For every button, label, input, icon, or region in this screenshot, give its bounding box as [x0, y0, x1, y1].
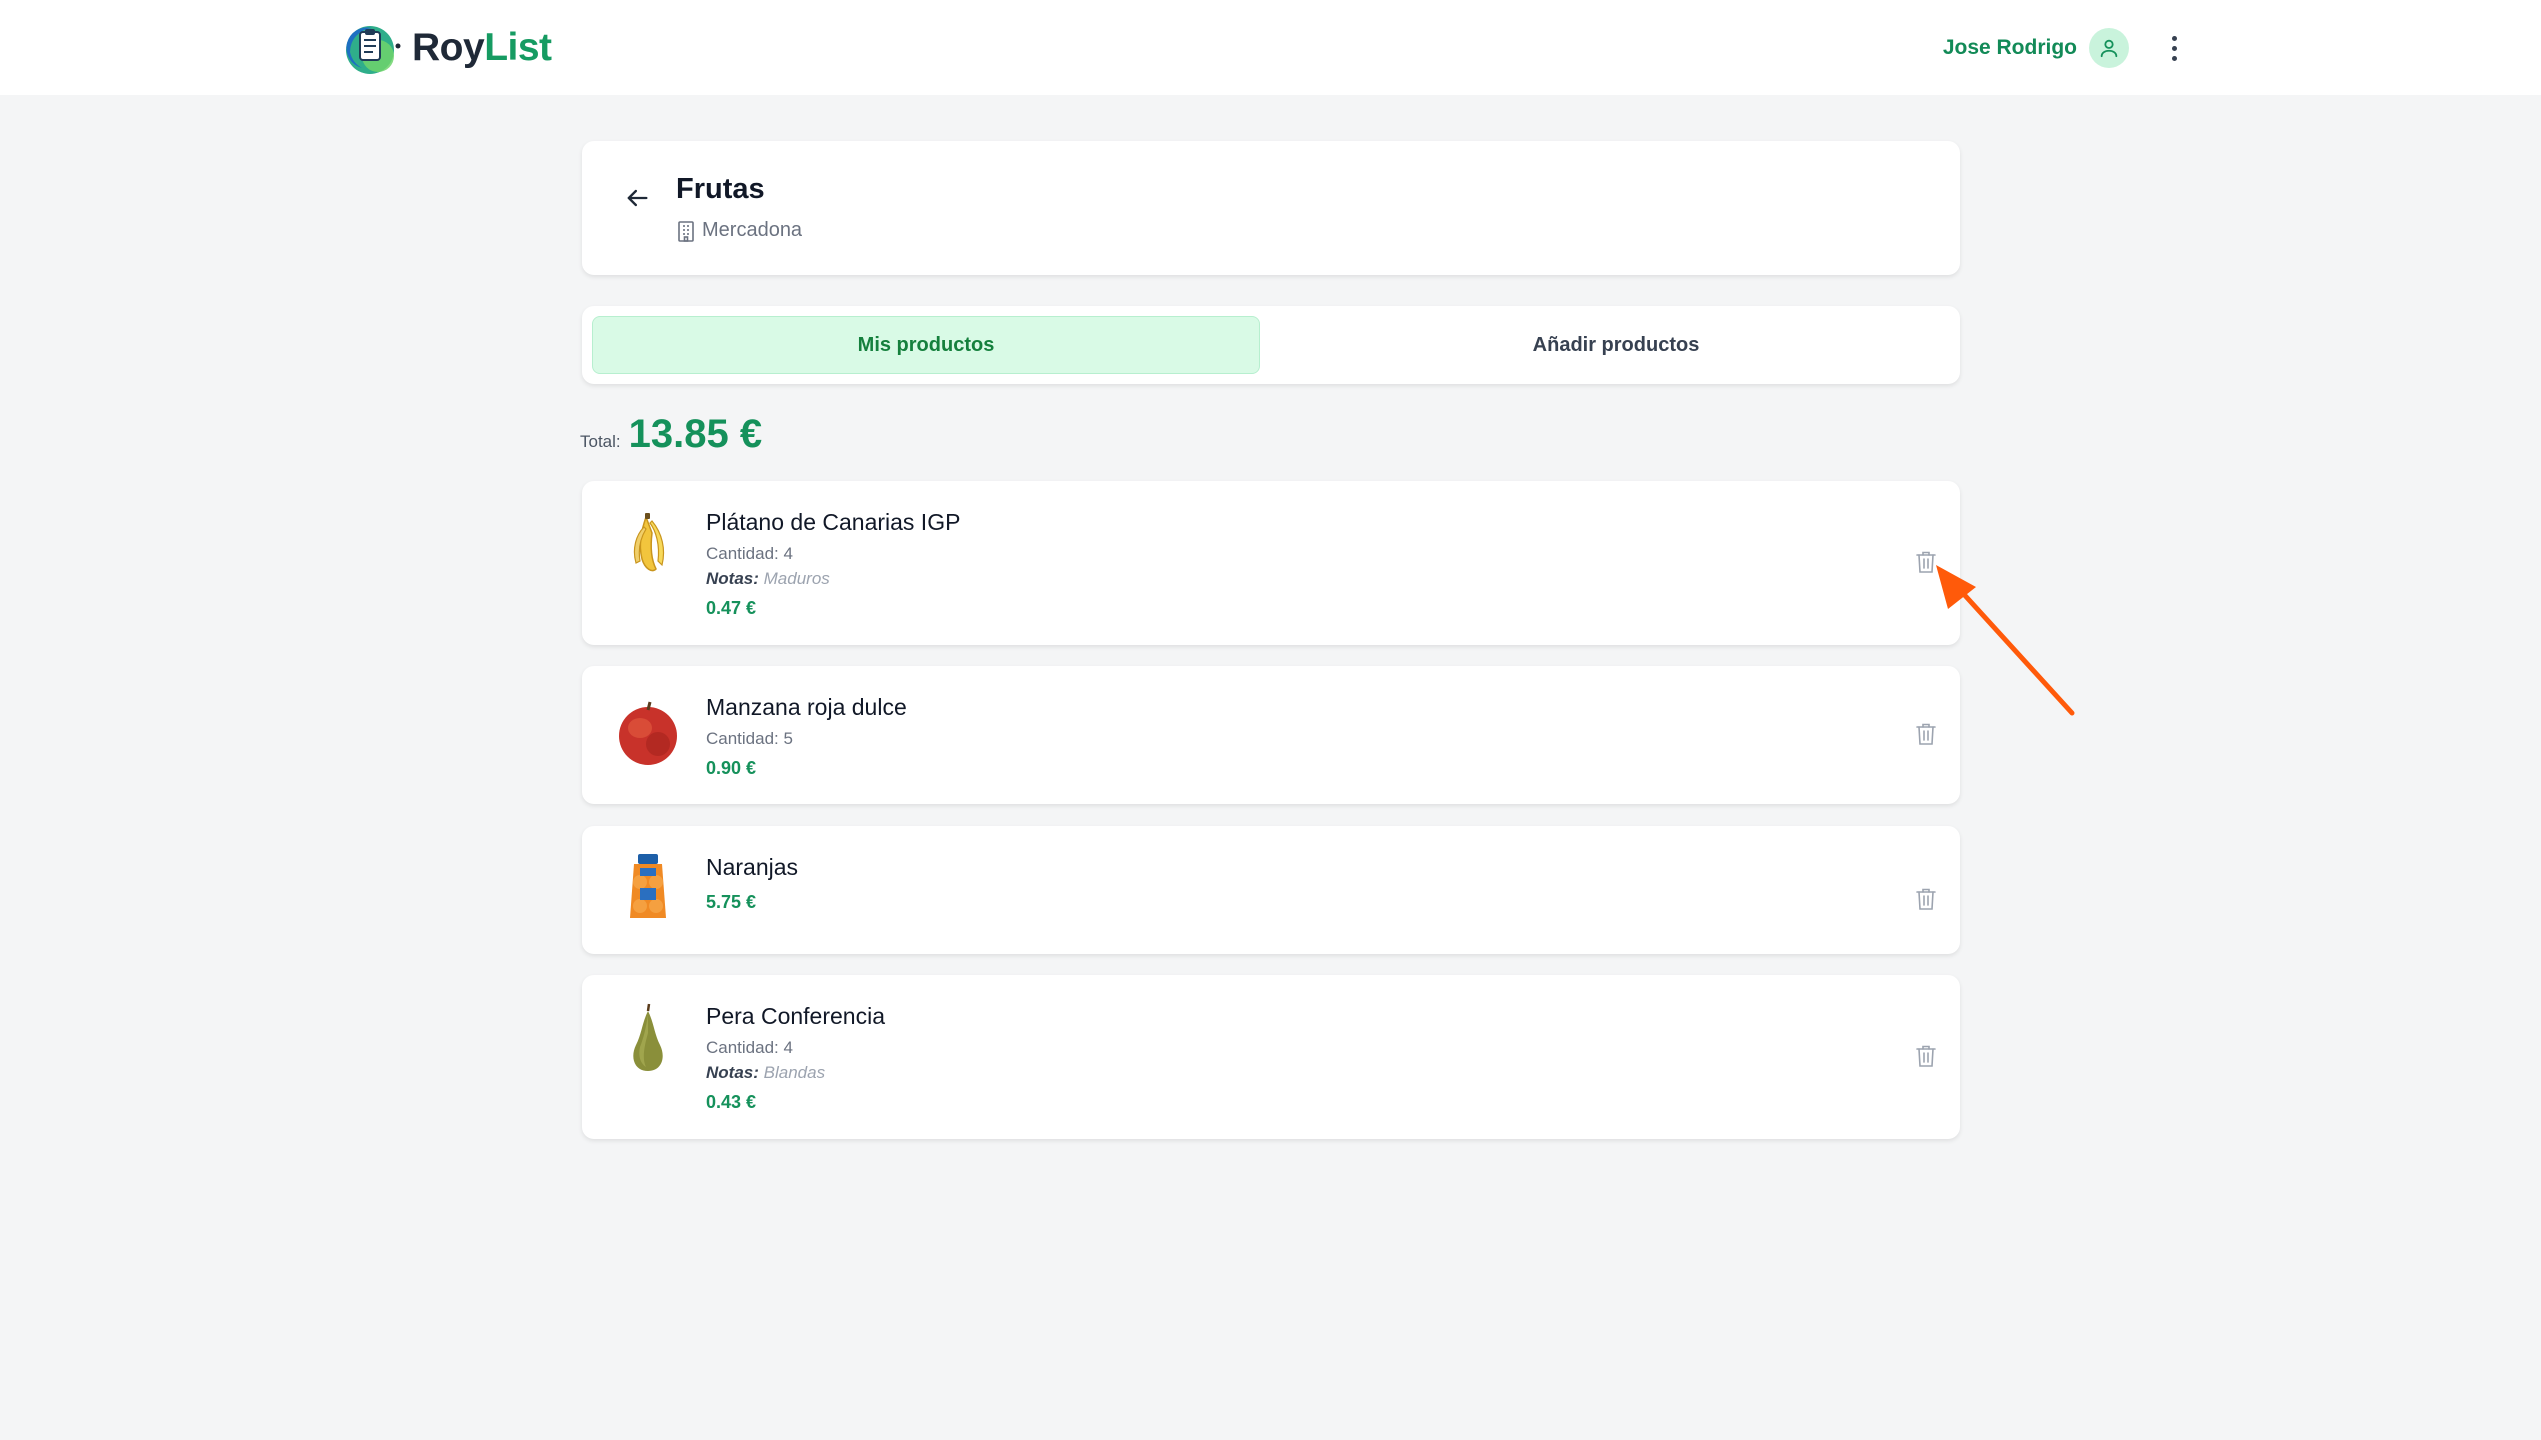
tab-add-products[interactable]: Añadir productos — [1282, 316, 1950, 374]
product-name: Naranjas — [706, 854, 799, 880]
notes-label: Notas: — [706, 1063, 759, 1082]
product-quantity: Cantidad: 4 — [706, 1038, 793, 1057]
total-summary: Total: 13.85 € — [580, 412, 762, 457]
user-icon — [2100, 39, 2118, 58]
annotation-arrow-icon — [1936, 565, 2075, 716]
banana-image — [633, 513, 665, 572]
brand-list: List — [484, 26, 552, 69]
product-name: Pera Conferencia — [706, 1003, 885, 1029]
brand-roy: Roy — [412, 26, 485, 69]
tabs-bar: Mis productos Añadir productos — [582, 306, 1960, 384]
apple-image — [619, 701, 677, 765]
notes-label: Notas: — [706, 569, 759, 588]
product-price: 0.47 € — [706, 598, 757, 618]
orange-bag-image — [630, 854, 666, 918]
product-name: Manzana roja dulce — [706, 694, 907, 720]
product-price: 5.75 € — [706, 892, 757, 912]
total-label: Total: — [580, 432, 621, 451]
tab-my-products[interactable]: Mis productos — [592, 316, 1260, 374]
building-icon — [678, 220, 694, 242]
store-name: Mercadona — [702, 219, 803, 241]
product-quantity: Cantidad: 5 — [706, 729, 793, 748]
product-price: 0.43 € — [706, 1092, 757, 1112]
app-logo[interactable]: RoyList — [340, 20, 552, 76]
product-price: 0.90 € — [706, 758, 757, 778]
trash-icon — [1916, 888, 1936, 910]
product-card[interactable]: Pera Conferencia Cantidad: 4 Notas: Blan… — [582, 975, 1960, 1139]
user-name: Jose Rodrigo — [1942, 36, 2077, 59]
brand-name: RoyList — [412, 26, 552, 70]
store-info: Mercadona — [676, 219, 802, 242]
avatar[interactable] — [2089, 28, 2129, 68]
product-card[interactable]: Plátano de Canarias IGP Cantidad: 4 Nota… — [582, 481, 1960, 645]
product-card[interactable]: Naranjas 5.75 € — [582, 826, 1960, 954]
clipboard-logo-icon — [346, 26, 401, 74]
notes-value: Maduros — [763, 569, 830, 588]
arrow-left-icon — [627, 189, 648, 207]
product-name: Plátano de Canarias IGP — [706, 509, 961, 535]
notes-value: Blandas — [763, 1063, 826, 1082]
trash-icon — [1916, 1045, 1936, 1067]
list-header-card: Frutas Mercadona — [582, 141, 1960, 275]
more-options-icon[interactable] — [2163, 30, 2185, 66]
product-quantity: Cantidad: 4 — [706, 544, 793, 563]
back-button[interactable] — [618, 179, 656, 217]
top-bar: RoyList Jose Rodrigo — [0, 0, 2541, 95]
page-title: Frutas — [676, 173, 765, 205]
trash-icon — [1916, 723, 1936, 745]
product-notes: Notas: Maduros — [706, 569, 830, 589]
delete-button[interactable] — [1912, 1042, 1940, 1070]
pear-image — [633, 1003, 663, 1071]
delete-button[interactable] — [1912, 885, 1940, 913]
total-value: 13.85 € — [628, 412, 763, 456]
user-menu[interactable]: Jose Rodrigo — [1943, 27, 2129, 69]
product-notes: Notas: Blandas — [706, 1063, 825, 1083]
product-card[interactable]: Manzana roja dulce Cantidad: 5 0.90 € — [582, 666, 1960, 804]
